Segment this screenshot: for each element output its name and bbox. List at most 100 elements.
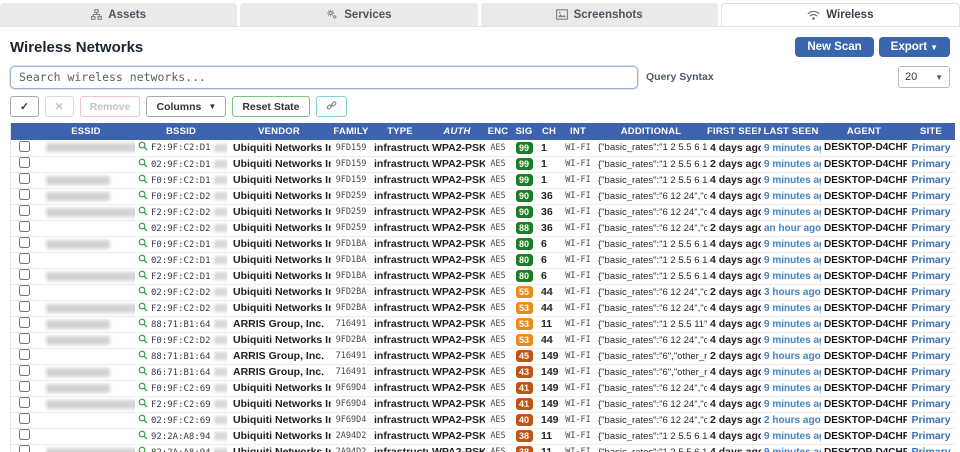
copy-link-button[interactable] [316, 96, 347, 117]
site-link[interactable]: Primary [911, 238, 950, 250]
site-link[interactable]: Primary [911, 430, 950, 442]
clear-selection-button[interactable]: ✕ [45, 96, 74, 117]
search-bssid-icon[interactable] [138, 382, 148, 395]
search-bssid-icon[interactable] [138, 158, 148, 171]
site-link[interactable]: Primary [911, 286, 950, 298]
last-seen-link[interactable]: 9 minutes ago [764, 383, 821, 394]
export-button[interactable]: Export▼ [879, 37, 950, 57]
row-checkbox[interactable] [19, 189, 30, 200]
column-header-vendor[interactable]: VENDOR [227, 123, 331, 140]
last-seen-link[interactable]: 9 minutes ago [764, 207, 821, 218]
row-checkbox[interactable] [19, 381, 30, 392]
row-checkbox[interactable] [19, 237, 30, 248]
row-checkbox[interactable] [19, 413, 30, 424]
site-link[interactable]: Primary [911, 334, 950, 346]
row-checkbox[interactable] [19, 365, 30, 376]
last-seen-link[interactable]: 9 minutes ago [764, 431, 821, 442]
search-bssid-icon[interactable] [138, 190, 148, 203]
column-header-sig[interactable]: SIG [511, 123, 537, 140]
search-bssid-icon[interactable] [138, 414, 148, 427]
site-link[interactable]: Primary [911, 174, 950, 186]
query-syntax-link[interactable]: Query Syntax [646, 71, 714, 83]
column-header-additional[interactable]: ADDITIONAL [595, 123, 707, 140]
page-size-select[interactable]: 20 ▼ [898, 66, 950, 88]
last-seen-link[interactable]: 9 minutes ago [764, 271, 821, 282]
site-link[interactable]: Primary [911, 302, 950, 314]
last-seen-link[interactable]: 9 minutes ago [764, 175, 821, 186]
site-link[interactable]: Primary [911, 206, 950, 218]
last-seen-link[interactable]: 9 minutes ago [764, 367, 821, 378]
last-seen-link[interactable]: 9 hours ago [764, 351, 821, 362]
search-bssid-icon[interactable] [138, 238, 148, 251]
search-bssid-icon[interactable] [138, 302, 148, 315]
search-bssid-icon[interactable] [138, 366, 148, 379]
reset-state-button[interactable]: Reset State [232, 96, 309, 117]
site-link[interactable]: Primary [911, 190, 950, 202]
remove-button[interactable]: Remove [80, 96, 141, 117]
site-link[interactable]: Primary [911, 222, 950, 234]
column-header-enc[interactable]: ENC [485, 123, 511, 140]
row-checkbox[interactable] [19, 317, 30, 328]
tab-services[interactable]: Services [240, 3, 477, 26]
row-checkbox[interactable] [19, 285, 30, 296]
site-link[interactable]: Primary [911, 414, 950, 426]
row-checkbox[interactable] [19, 445, 30, 452]
last-seen-link[interactable]: 9 minutes ago [764, 191, 821, 202]
search-bssid-icon[interactable] [138, 350, 148, 363]
row-checkbox[interactable] [19, 173, 30, 184]
row-checkbox[interactable] [19, 429, 30, 440]
search-bssid-icon[interactable] [138, 174, 148, 187]
new-scan-button[interactable]: New Scan [795, 37, 873, 57]
search-bssid-icon[interactable] [138, 206, 148, 219]
column-header-int[interactable]: INT [561, 123, 595, 140]
column-header-type[interactable]: TYPE [371, 123, 429, 140]
search-bssid-icon[interactable] [138, 398, 148, 411]
last-seen-link[interactable]: 9 minutes ago [764, 239, 821, 250]
last-seen-link[interactable]: 9 minutes ago [764, 335, 821, 346]
row-checkbox[interactable] [19, 333, 30, 344]
last-seen-link[interactable]: 3 hours ago [764, 287, 821, 298]
last-seen-link[interactable]: an hour ago [764, 223, 821, 234]
search-input[interactable] [10, 66, 638, 89]
search-bssid-icon[interactable] [138, 254, 148, 267]
column-header-essid[interactable]: ESSID [37, 123, 135, 140]
search-bssid-icon[interactable] [138, 334, 148, 347]
row-checkbox[interactable] [19, 205, 30, 216]
site-link[interactable]: Primary [911, 254, 950, 266]
last-seen-link[interactable]: 9 minutes ago [764, 303, 821, 314]
column-header-site[interactable]: SITE [907, 123, 955, 140]
tab-assets[interactable]: Assets [0, 3, 237, 26]
select-all-button[interactable]: ✓ [10, 96, 39, 117]
search-bssid-icon[interactable] [138, 222, 148, 235]
row-checkbox[interactable] [19, 157, 30, 168]
last-seen-link[interactable]: 9 minutes ago [764, 143, 821, 154]
last-seen-link[interactable]: 9 minutes ago [764, 159, 821, 170]
row-checkbox[interactable] [19, 301, 30, 312]
last-seen-link[interactable]: 2 hours ago [764, 415, 821, 426]
search-bssid-icon[interactable] [138, 270, 148, 283]
tab-screenshots[interactable]: Screenshots [481, 3, 718, 26]
tab-wireless[interactable]: Wireless [721, 3, 960, 26]
row-checkbox[interactable] [19, 269, 30, 280]
column-header-family[interactable]: FAMILY [331, 123, 371, 140]
site-link[interactable]: Primary [911, 366, 950, 378]
column-header-ch[interactable]: CH [537, 123, 561, 140]
row-checkbox[interactable] [19, 349, 30, 360]
columns-button[interactable]: Columns▼ [146, 96, 226, 117]
site-link[interactable]: Primary [911, 270, 950, 282]
site-link[interactable]: Primary [911, 350, 950, 362]
column-header-last-seen[interactable]: LAST SEEN [761, 123, 821, 140]
search-bssid-icon[interactable] [138, 446, 148, 452]
row-checkbox[interactable] [19, 397, 30, 408]
site-link[interactable]: Primary [911, 142, 950, 154]
column-header-first-seen[interactable]: FIRST SEEN [707, 123, 761, 140]
row-checkbox[interactable] [19, 221, 30, 232]
search-bssid-icon[interactable] [138, 318, 148, 331]
last-seen-link[interactable]: 9 minutes ago [764, 319, 821, 330]
row-checkbox[interactable] [19, 253, 30, 264]
last-seen-link[interactable]: 9 minutes ago [764, 255, 821, 266]
site-link[interactable]: Primary [911, 382, 950, 394]
column-header-bssid[interactable]: BSSID [135, 123, 227, 140]
search-bssid-icon[interactable] [138, 430, 148, 443]
column-header-auth[interactable]: AUTH [429, 123, 485, 140]
